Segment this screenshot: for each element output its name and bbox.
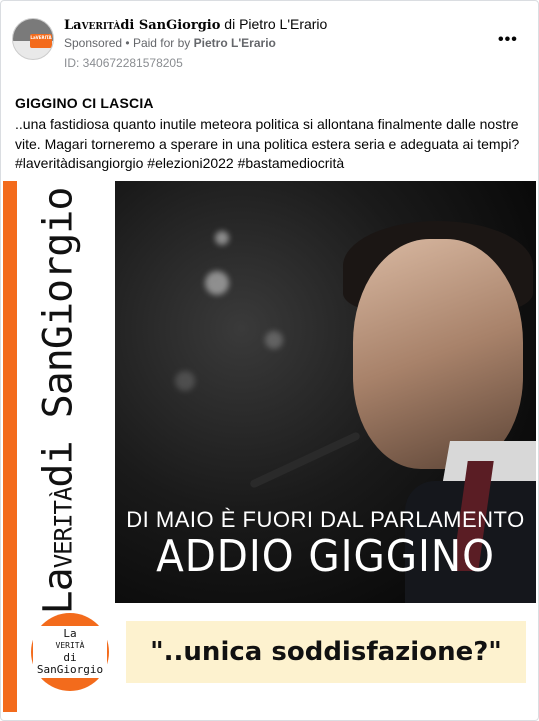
headline-big: ADDIO GIGGINO [156, 531, 495, 582]
more-options-icon[interactable]: ••• [498, 31, 518, 49]
brand-circle-logo: La VERITÀ di SanGiorgio [31, 613, 109, 691]
post-title: GIGGINO CI LASCIA [15, 95, 154, 111]
page-avatar[interactable]: LaVERITÀ [12, 18, 54, 60]
post-body: ..una fastidiosa quanto inutile meteora … [15, 116, 520, 152]
ad-id: ID: 340672281578205 [64, 56, 183, 70]
separator-dot: • [125, 36, 130, 50]
politician-photo: DI MAIO È FUORI DAL PARLAMENTO ADDIO GIG… [115, 181, 536, 603]
author-by-text[interactable]: di Pietro L'Erario [224, 16, 327, 32]
vertical-brand-logo: LaVERITÀdi SanGiorgio [35, 187, 82, 615]
ad-creative-image[interactable]: LaVERITÀdi SanGiorgio DI MAIO È FUORI DA… [3, 181, 538, 712]
accent-strip [3, 181, 17, 712]
payer-name-link[interactable]: Pietro L'Erario [194, 36, 276, 50]
avatar-logo-badge: LaVERITÀ [30, 34, 52, 48]
sponsored-line: Sponsored • Paid for by Pietro L'Erario [64, 36, 276, 50]
quote-text: "..unica soddisfazione?" [150, 637, 502, 667]
sponsored-label[interactable]: Sponsored [64, 36, 122, 50]
sponsored-post-card: LaVERITÀ LaVERITÀdi SanGiorgio di Pietro… [0, 0, 539, 721]
page-name-link[interactable]: LaVERITÀdi SanGiorgio [64, 18, 220, 33]
headline-small: DI MAIO È FUORI DAL PARLAMENTO [126, 507, 525, 532]
paid-for-text: Paid for by [132, 36, 191, 50]
author-line: LaVERITÀdi SanGiorgio di Pietro L'Erario [64, 16, 327, 33]
post-hashtags[interactable]: #laveritàdisangiorgio #elezioni2022 #bas… [15, 153, 344, 173]
quote-banner: "..unica soddisfazione?" [126, 621, 526, 683]
